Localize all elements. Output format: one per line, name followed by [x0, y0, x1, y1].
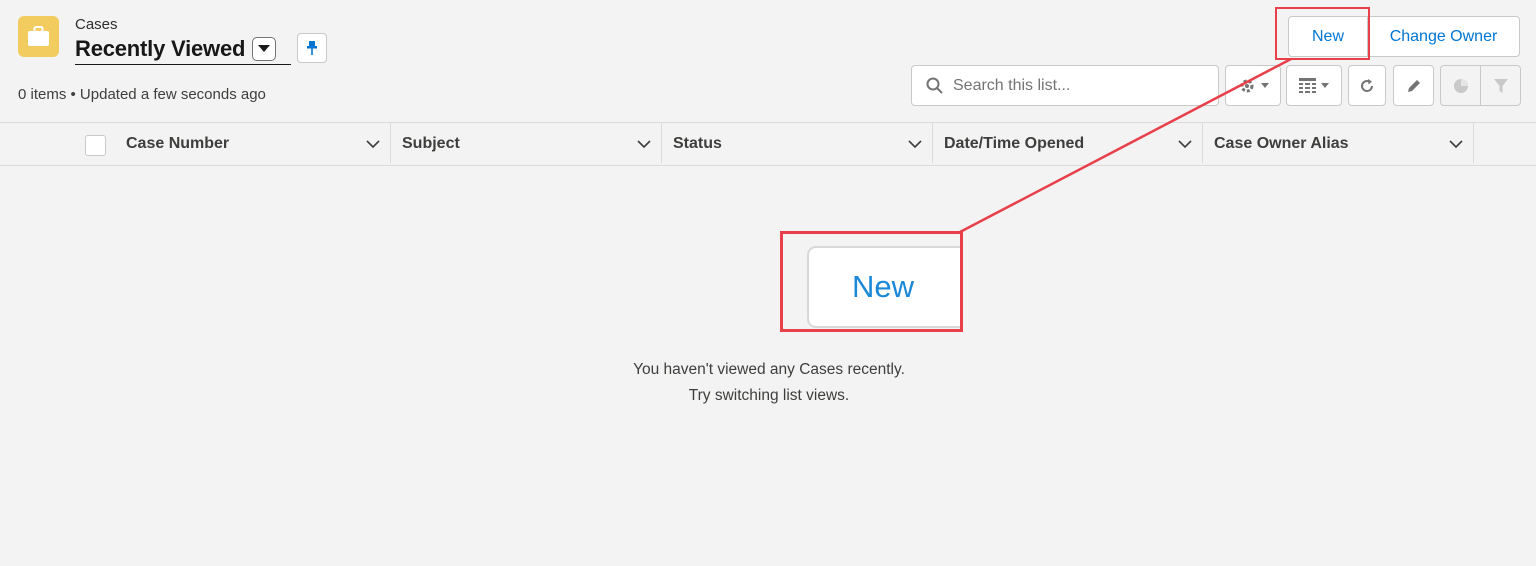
chevron-down-icon[interactable]	[1449, 139, 1463, 149]
list-meta-status: 0 items • Updated a few seconds ago	[18, 86, 266, 103]
charts-button[interactable]	[1440, 65, 1481, 106]
search-icon	[926, 77, 943, 94]
display-as-button[interactable]	[1286, 65, 1342, 106]
column-divider[interactable]	[1202, 123, 1203, 163]
column-divider[interactable]	[932, 123, 933, 163]
chevron-down-icon[interactable]	[637, 139, 651, 149]
column-divider[interactable]	[661, 123, 662, 163]
select-all-checkbox[interactable]	[85, 135, 106, 156]
filters-button[interactable]	[1480, 65, 1521, 106]
list-view-controls-button[interactable]	[1225, 65, 1281, 106]
pin-icon	[307, 41, 317, 55]
chevron-down-icon[interactable]	[252, 36, 277, 61]
column-divider[interactable]	[1473, 123, 1474, 163]
column-header-case-owner-alias[interactable]: Case Owner Alias	[1214, 123, 1473, 165]
table-icon	[1299, 78, 1316, 93]
briefcase-icon	[28, 26, 49, 46]
pin-list-view-button[interactable]	[297, 33, 327, 63]
empty-state-message: You haven't viewed any Cases recently.	[633, 361, 905, 378]
change-owner-button[interactable]: Change Owner	[1367, 16, 1520, 57]
column-header-case-number[interactable]: Case Number	[126, 123, 390, 165]
gear-icon	[1240, 79, 1253, 92]
chevron-down-icon[interactable]	[366, 139, 380, 149]
column-label: Case Owner Alias	[1214, 135, 1349, 152]
chevron-down-icon[interactable]	[1178, 139, 1192, 149]
column-label: Case Number	[126, 135, 230, 152]
column-label: Date/Time Opened	[944, 135, 1085, 152]
column-header-status[interactable]: Status	[673, 123, 932, 165]
new-button[interactable]: New	[1288, 16, 1368, 57]
object-label: Cases	[75, 16, 118, 33]
chevron-down-icon[interactable]	[908, 139, 922, 149]
column-header-date-time-opened[interactable]: Date/Time Opened	[944, 123, 1202, 165]
refresh-icon	[1361, 78, 1374, 92]
list-view-selector[interactable]: Recently Viewed	[75, 33, 291, 65]
column-label: Subject	[402, 135, 460, 152]
filter-icon	[1493, 78, 1508, 93]
inline-edit-button[interactable]	[1393, 65, 1434, 106]
pencil-icon	[1407, 79, 1420, 92]
refresh-button[interactable]	[1348, 65, 1386, 106]
list-view-title[interactable]: Recently Viewed	[75, 36, 245, 62]
empty-state-hint: Try switching list views.	[688, 387, 850, 404]
search-input[interactable]	[953, 76, 1203, 95]
cases-object-icon	[18, 16, 59, 57]
search-box[interactable]	[911, 65, 1219, 106]
column-divider[interactable]	[390, 123, 391, 163]
caret-down-icon	[1321, 82, 1329, 88]
column-header-subject[interactable]: Subject	[402, 123, 661, 165]
zoomed-new-button: New	[807, 246, 960, 328]
pie-chart-icon	[1453, 78, 1468, 93]
callout-zoom-box: New	[780, 231, 963, 332]
caret-down-icon	[1260, 82, 1269, 88]
column-label: Status	[673, 135, 722, 152]
